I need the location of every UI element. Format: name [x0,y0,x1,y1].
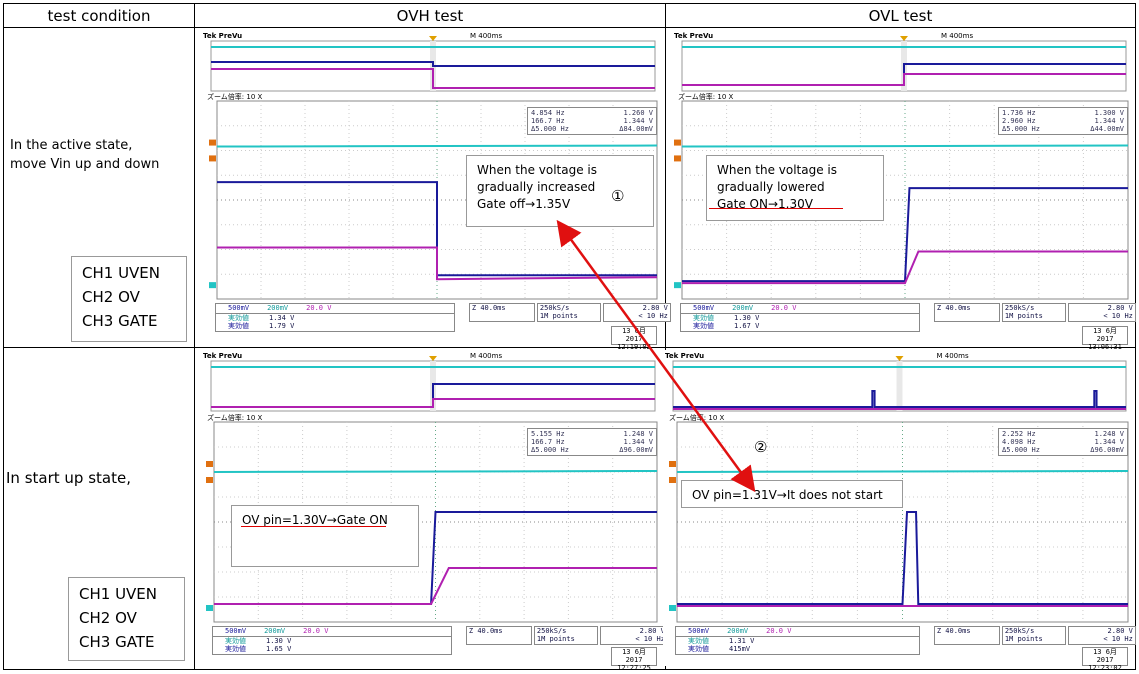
arrow-line [556,219,756,493]
comparison-arrow [556,219,756,493]
